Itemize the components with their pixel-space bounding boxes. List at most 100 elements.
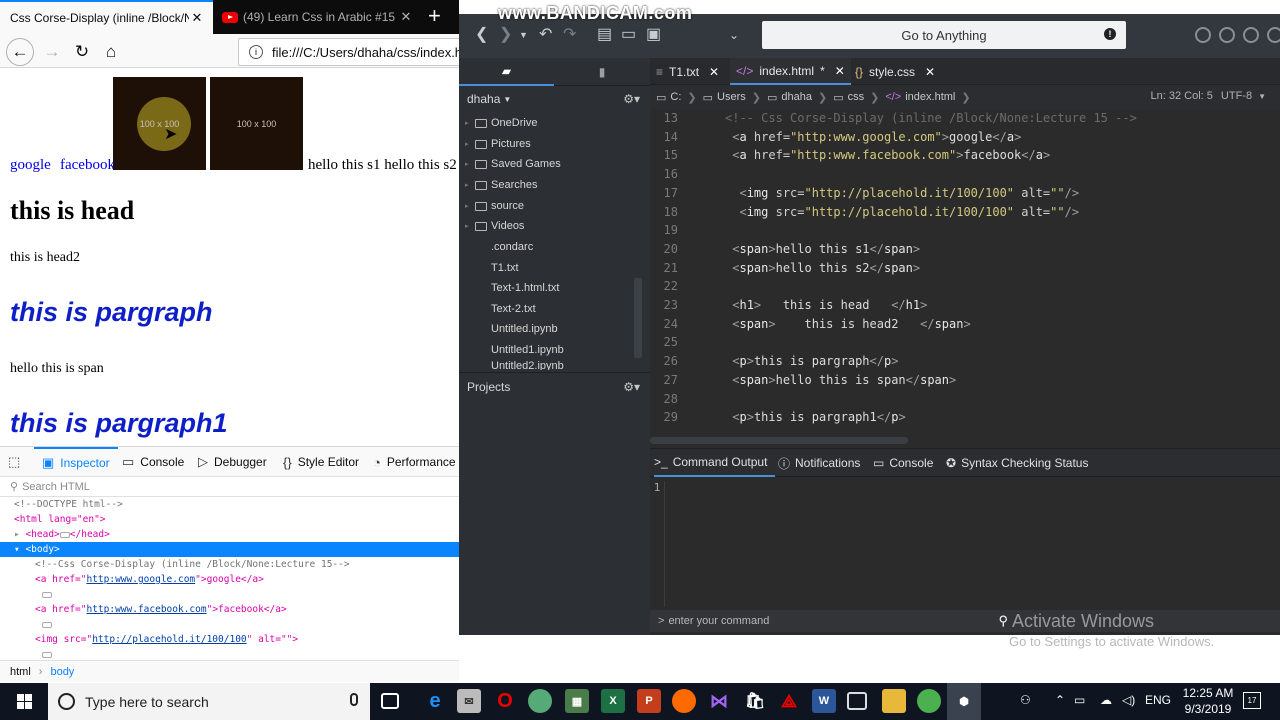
tab-debugger[interactable]: ▷ Debugger <box>198 447 267 477</box>
file-item[interactable]: Untitled.ipynb <box>465 319 558 339</box>
app-icon[interactable]: ▦ <box>565 689 589 713</box>
code-line[interactable]: 26 <p>this is pargraph</p> <box>650 352 1280 371</box>
go-to-anything-input[interactable]: Go to Anything ! <box>762 21 1126 49</box>
stop-icon[interactable] <box>1219 27 1235 43</box>
file-item[interactable]: .condarc <box>465 237 533 257</box>
excel-icon[interactable]: X <box>601 689 625 713</box>
folder-item[interactable]: ▸ Videos <box>465 216 524 236</box>
tree-node[interactable]: <a href="http:www.google.com">google</a> <box>0 572 459 587</box>
breadcrumb-body[interactable]: body <box>50 666 74 678</box>
code-line[interactable]: 16 <box>650 165 1280 184</box>
projects-header[interactable]: Projects ⚙▾ <box>459 372 650 400</box>
encoding-selector[interactable]: UTF-8 <box>1221 90 1252 102</box>
language-indicator[interactable]: ENG <box>1145 693 1171 707</box>
browser-tab-youtube[interactable]: (49) Learn Css in Arabic #15 - Di ✕ <box>214 0 422 34</box>
gear-icon[interactable]: ⚙▾ <box>623 92 640 106</box>
close-tab-icon[interactable]: ✕ <box>398 9 414 25</box>
code-line[interactable]: 15 <a href="http:www.facebook.com">faceb… <box>650 146 1280 165</box>
folder-item[interactable]: ▸ OneDrive <box>465 113 537 133</box>
crumb[interactable]: dhaha <box>781 91 812 103</box>
tab-performance[interactable]: ◔ Performance <box>373 447 456 477</box>
gear-icon[interactable]: ⚙▾ <box>623 380 640 394</box>
mail-app-icon[interactable]: ✉ <box>457 689 481 713</box>
code-line[interactable]: 21 <span>hello this s2</span> <box>650 259 1280 278</box>
tab-notifications[interactable]: ⓘ Notifications <box>778 449 860 477</box>
notification-center-icon[interactable]: 17 <box>1243 692 1261 709</box>
breadcrumb-html[interactable]: html <box>10 666 31 678</box>
tab-console[interactable]: ▭ Console <box>873 449 933 477</box>
code-line[interactable]: 20 <span>hello this s1</span> <box>650 240 1280 259</box>
horizontal-scrollbar[interactable] <box>650 431 1280 448</box>
open-folder-icon[interactable]: ▭ <box>621 24 636 44</box>
file-item[interactable]: Untitled1.ipynb <box>465 340 564 360</box>
tree-node[interactable]: <img src="http://placehold.it/100/100" a… <box>0 632 459 647</box>
word-icon[interactable]: W <box>812 689 836 713</box>
play-icon[interactable] <box>1243 27 1259 43</box>
file-item[interactable]: Untitled2.ipynb <box>465 360 564 370</box>
places-tab[interactable]: ▰ <box>459 58 554 86</box>
code-line[interactable]: 22 <box>650 277 1280 296</box>
reload-button[interactable]: ↻ <box>68 38 96 66</box>
redo-icon[interactable]: ↷ <box>563 24 576 44</box>
new-tab-button[interactable]: + <box>428 3 441 29</box>
browser-tab-active[interactable]: Css Corse-Display (inline /Block/Non ✕ <box>0 0 213 34</box>
firefox-icon[interactable] <box>672 689 696 713</box>
app-icon[interactable] <box>528 689 552 713</box>
tree-node[interactable]: <a href="http:www.facebook.com">facebook… <box>0 602 459 617</box>
store-icon[interactable]: 🛍 <box>743 689 767 713</box>
edge-icon[interactable]: e <box>423 689 447 713</box>
tab-command-output[interactable]: >_ Command Output <box>654 449 776 477</box>
komodo-taskbar-icon[interactable]: ⬢ <box>947 683 981 720</box>
back-arrow-icon[interactable]: ❮ <box>475 24 488 44</box>
places-scrollbar[interactable] <box>634 278 642 358</box>
tab-inspector[interactable]: ▣ Inspector <box>34 447 118 477</box>
tab-console[interactable]: ▭ Console <box>122 447 184 477</box>
code-line[interactable]: 18 <img src="http://placehold.it/100/100… <box>650 203 1280 222</box>
file-item[interactable]: T1.txt <box>465 258 519 278</box>
tab-syntax-checking[interactable]: ✪ Syntax Checking Status <box>946 449 1088 477</box>
powerpoint-icon[interactable]: P <box>637 689 661 713</box>
code-line[interactable]: 25 <box>650 333 1280 352</box>
code-line[interactable]: 28 <box>650 390 1280 409</box>
opera-icon[interactable]: O <box>493 689 517 713</box>
toolbox-tab[interactable]: ▮ <box>554 58 650 86</box>
visual-studio-icon[interactable]: ⋈ <box>707 689 731 713</box>
macro-icon[interactable] <box>1267 27 1280 43</box>
task-view-icon[interactable] <box>381 693 399 709</box>
command-input[interactable]: > enter your command ⚲ <box>650 610 1280 632</box>
code-line[interactable]: 14 <a href="http:www.google.com">google<… <box>650 128 1280 147</box>
close-icon[interactable]: ✕ <box>925 65 935 79</box>
back-button[interactable]: ← <box>6 38 34 66</box>
tree-node[interactable]: ▸ <head> </head> <box>0 527 459 542</box>
save-icon[interactable]: ▣ <box>646 24 661 44</box>
people-icon[interactable]: ⚇ <box>1020 693 1031 707</box>
close-icon[interactable]: ✕ <box>709 65 719 79</box>
chevron-down-icon[interactable]: ⌄ <box>729 28 739 42</box>
taskbar-search[interactable]: Type here to search <box>48 683 370 720</box>
crumb[interactable]: css <box>848 91 865 103</box>
places-root-selector[interactable]: dhaha ▼ ⚙▾ <box>459 86 650 112</box>
element-picker-icon[interactable]: ⬚ <box>8 447 28 477</box>
code-line[interactable]: 24 <span> this is head2 </span> <box>650 315 1280 334</box>
undo-icon[interactable]: ↶ <box>539 24 552 44</box>
google-link[interactable]: google <box>10 157 51 174</box>
record-icon[interactable] <box>1195 27 1211 43</box>
app-icon[interactable] <box>847 692 867 710</box>
crumb[interactable]: index.html <box>905 91 955 103</box>
crumb[interactable]: C: <box>670 91 681 103</box>
new-file-icon[interactable]: ▤ <box>597 24 612 44</box>
search-icon[interactable]: ⚲ <box>998 613 1008 629</box>
file-item[interactable]: Text-1.html.txt <box>465 278 559 298</box>
code-line[interactable]: 23 <h1> this is head </h1> <box>650 296 1280 315</box>
forward-button[interactable]: → <box>38 38 66 66</box>
folder-item[interactable]: ▸ Pictures <box>465 134 531 154</box>
file-item[interactable]: Text-2.txt <box>465 299 536 319</box>
tab-style-css[interactable]: {} style.css ✕ <box>855 58 935 85</box>
folder-item[interactable]: ▸ Saved Games <box>465 154 561 174</box>
history-dropdown-icon[interactable]: ▼ <box>519 30 528 40</box>
folder-item[interactable]: ▸ source <box>465 196 524 216</box>
tree-node-selected[interactable]: ▾ <body> <box>0 542 459 557</box>
tab-style-editor[interactable]: {} Style Editor <box>283 447 359 477</box>
code-view[interactable]: 13 <!-- Css Corse-Display (inline /Block/… <box>650 109 1280 431</box>
start-button[interactable] <box>0 683 48 720</box>
